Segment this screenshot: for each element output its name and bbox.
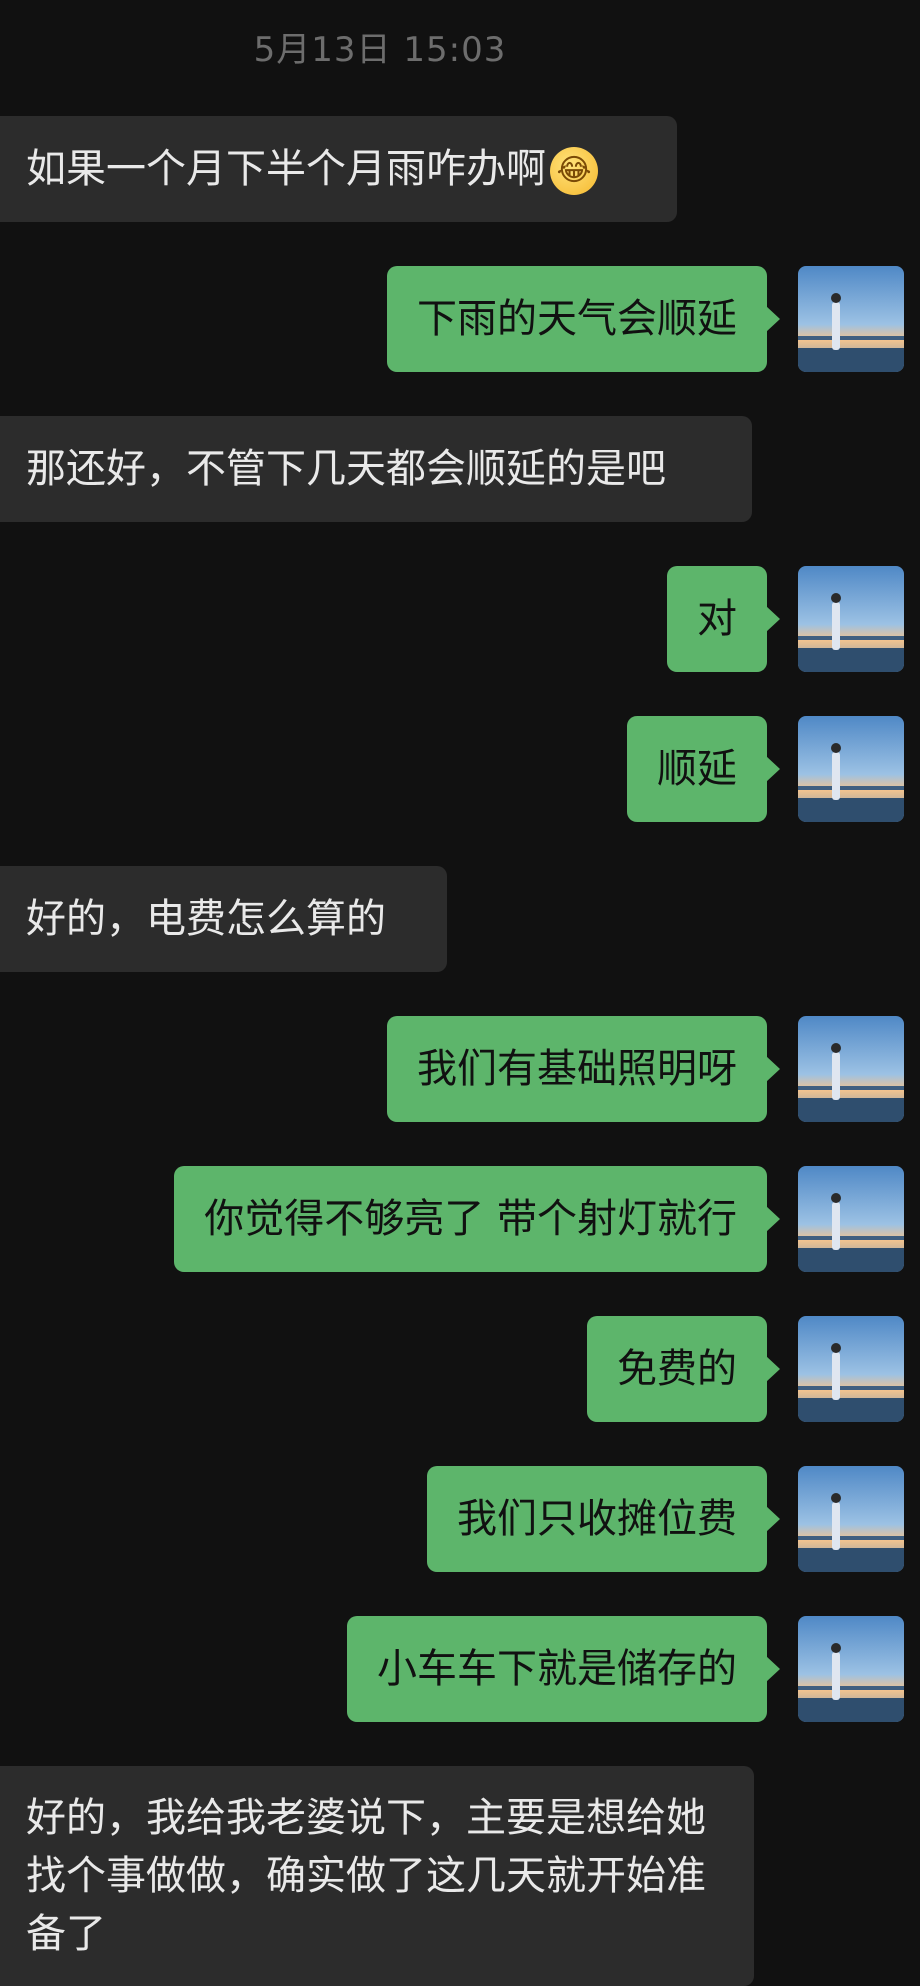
avatar-photo-icon [798,1166,904,1272]
message-text: 好的，我给我老婆说下，主要是想给她找个事做做，确实做了这几天就开始准备了 [26,1795,706,1957]
user-avatar[interactable] [798,1466,904,1572]
user-avatar[interactable] [798,1316,904,1422]
avatar-photo-icon [798,1616,904,1722]
user-avatar[interactable] [798,1166,904,1272]
outgoing-message-bubble[interactable]: 小车车下就是储存的 [347,1616,780,1722]
message-text: 对 [697,596,737,642]
avatar-photo-icon [798,716,904,822]
message-text: 如果一个月下半个月雨咋办啊 [26,146,546,192]
avatar-photo-icon [798,266,904,372]
incoming-message-bubble[interactable]: 如果一个月下半个月雨咋办啊 😂 [0,116,677,222]
outgoing-message-bubble[interactable]: 免费的 [587,1316,780,1422]
avatar-photo-icon [798,1466,904,1572]
crying-laughing-emoji-icon: 😂 [550,147,598,195]
user-avatar[interactable] [798,1016,904,1122]
message-text: 我们有基础照明呀 [417,1046,737,1092]
avatar-photo-icon [798,1316,904,1422]
avatar-photo-icon [798,1016,904,1122]
user-avatar[interactable] [798,1616,904,1722]
message-text: 下雨的天气会顺延 [417,296,737,342]
outgoing-message-bubble[interactable]: 我们有基础照明呀 [387,1016,780,1122]
message-text: 好的，电费怎么算的 [26,896,386,942]
outgoing-message-bubble[interactable]: 对 [667,566,780,672]
message-text: 你觉得不够亮了 带个射灯就行 [204,1196,737,1242]
user-avatar[interactable] [798,716,904,822]
chat-timestamp: 5月13日 15:03 [253,30,507,70]
incoming-message-bubble[interactable]: 好的，我给我老婆说下，主要是想给她找个事做做，确实做了这几天就开始准备了 [0,1766,754,1986]
outgoing-message-bubble[interactable]: 下雨的天气会顺延 [387,266,780,372]
message-text: 免费的 [617,1346,737,1392]
incoming-message-bubble[interactable]: 那还好，不管下几天都会顺延的是吧 [0,416,752,522]
outgoing-message-bubble[interactable]: 你觉得不够亮了 带个射灯就行 [174,1166,780,1272]
outgoing-message-bubble[interactable]: 我们只收摊位费 [427,1466,780,1572]
user-avatar[interactable] [798,266,904,372]
user-avatar[interactable] [798,566,904,672]
message-text: 那还好，不管下几天都会顺延的是吧 [26,446,666,492]
message-text: 顺延 [657,746,737,792]
message-text: 我们只收摊位费 [457,1496,737,1542]
message-text: 小车车下就是储存的 [377,1646,737,1692]
incoming-message-bubble[interactable]: 好的，电费怎么算的 [0,866,447,972]
outgoing-message-bubble[interactable]: 顺延 [627,716,780,822]
avatar-photo-icon [798,566,904,672]
